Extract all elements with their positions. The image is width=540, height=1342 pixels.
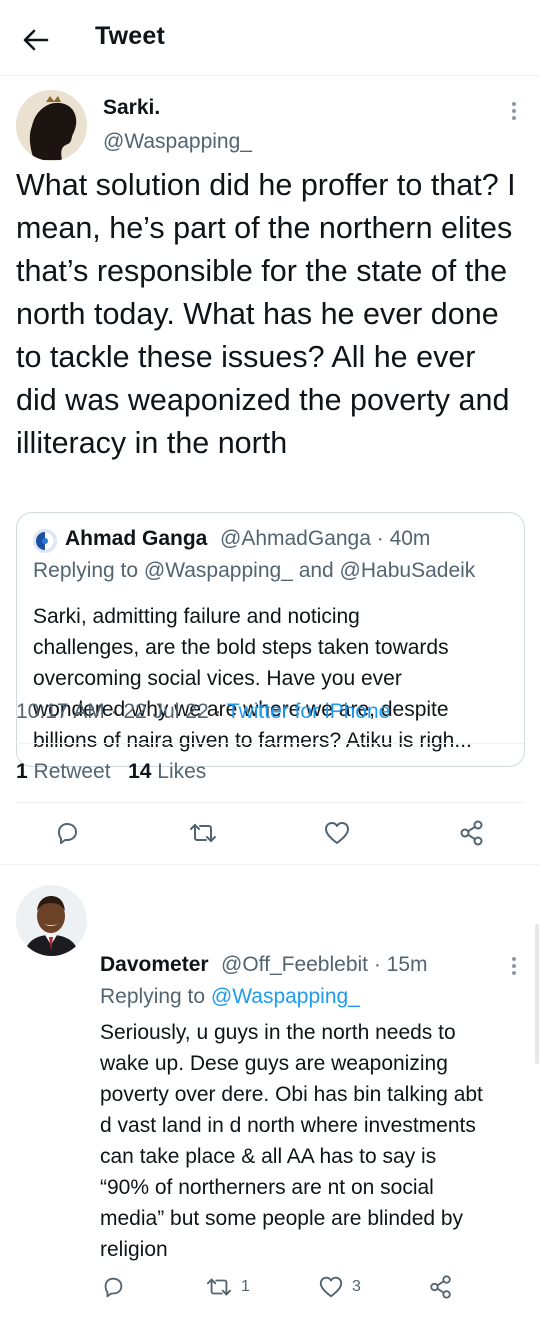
author-name[interactable]: Sarki. (103, 96, 160, 120)
reply-replying-to: Replying to @Waspapping_ (100, 985, 360, 1009)
reply-like-count: 3 (352, 1278, 361, 1295)
reply-text-line: media” but some people are blinded by (100, 1207, 464, 1230)
retweet-button[interactable] (188, 818, 218, 848)
reply-reply-button[interactable] (100, 1272, 126, 1302)
share-button[interactable] (457, 818, 487, 848)
back-button[interactable] (18, 22, 54, 58)
retweet-icon (206, 1278, 232, 1296)
engagement-stats: 1 Retweet 14 Likes (16, 760, 206, 784)
author-handle[interactable]: @Waspapping_ (103, 130, 252, 154)
like-button[interactable] (322, 818, 352, 848)
arrow-left-icon (23, 29, 49, 51)
retweet-icon (190, 824, 216, 842)
quote-meta: @AhmadGanga · 40m (220, 527, 431, 550)
tweet-time: 10:17 AM · 22 Jul 22 · (16, 700, 227, 723)
tweet-source-link[interactable]: Twitter for iPhone (227, 700, 390, 723)
reply-text-line: “90% of northerners are nt on social (100, 1176, 434, 1199)
reply-retweet-count: 1 (241, 1278, 250, 1295)
quote-text-line: challenges, are the bold steps taken tow… (33, 636, 449, 659)
retweet-label: Retweet (27, 760, 111, 783)
reply-text-line: d vast land in d north where investments (100, 1114, 476, 1137)
reply-icon (58, 823, 77, 844)
divider (16, 743, 524, 744)
reply-author-name[interactable]: Davometer (100, 953, 209, 977)
heart-icon (319, 1276, 343, 1298)
retweet-count: 1 (16, 760, 28, 783)
tweet-timestamp: 10:17 AM · 22 Jul 22 · Twitter for iPhon… (16, 700, 390, 724)
scrollbar[interactable] (535, 924, 539, 1064)
share-icon (460, 820, 483, 846)
reply-icon (104, 1277, 123, 1298)
likes-label: Likes (151, 760, 207, 783)
quote-author-name: Ahmad Ganga (65, 527, 208, 550)
retweets-link[interactable]: 1 Retweet (16, 760, 111, 783)
quote-text: Sarki, admitting failure and noticing ch… (33, 601, 508, 756)
reply-text-line: religion (100, 1238, 168, 1261)
page-title: Tweet (95, 22, 165, 50)
more-vertical-icon (512, 957, 516, 975)
reply-meta: @Off_Feeblebit · 15m (221, 953, 428, 976)
more-options-button[interactable] (505, 100, 523, 122)
reply-avatar[interactable] (16, 885, 87, 956)
reply-text: Seriously, u guys in the north needs to … (100, 1017, 520, 1265)
more-vertical-icon (512, 102, 516, 120)
quote-avatar (33, 529, 57, 553)
reply-text-line: poverty over dere. Obi has bin talking a… (100, 1083, 483, 1106)
mention-link[interactable]: @Waspapping_ (211, 985, 360, 1008)
reply-more-options-button[interactable] (505, 955, 523, 977)
reply-text-line: wake up. Dese guys are weaponizing (100, 1052, 448, 1075)
reply-text-line: Seriously, u guys in the north needs to (100, 1021, 456, 1044)
heart-icon (325, 822, 349, 844)
reply-text-line: can take place & all AA has to say is (100, 1145, 437, 1168)
share-icon (430, 1275, 451, 1299)
reply-button[interactable] (52, 818, 82, 848)
quote-text-line: overcoming social vices. Have you ever (33, 667, 402, 690)
quote-replying-to: Replying to @Waspapping_ and @HabuSadeik (33, 559, 476, 582)
quoted-tweet[interactable]: Ahmad Ganga @AhmadGanga · 40m Replying t… (16, 512, 525, 767)
profile-picture (16, 90, 87, 161)
quote-text-line: Sarki, admitting failure and noticing (33, 605, 360, 628)
tweet-text: What solution did he proffer to that? I … (16, 168, 516, 460)
replying-prefix: Replying to (100, 985, 211, 1008)
avatar[interactable] (16, 90, 87, 161)
like-count: 14 (128, 760, 152, 783)
divider (16, 802, 524, 803)
reply-retweet-button[interactable]: 1 (205, 1272, 250, 1302)
reply-share-button[interactable] (428, 1272, 454, 1302)
reply-like-button[interactable]: 3 (318, 1272, 361, 1302)
likes-link[interactable]: 14 Likes (128, 760, 206, 783)
top-bar: Tweet (0, 0, 540, 76)
profile-picture (16, 885, 87, 956)
quote-text-line: billions of naira given to farmers? Atik… (33, 729, 472, 752)
